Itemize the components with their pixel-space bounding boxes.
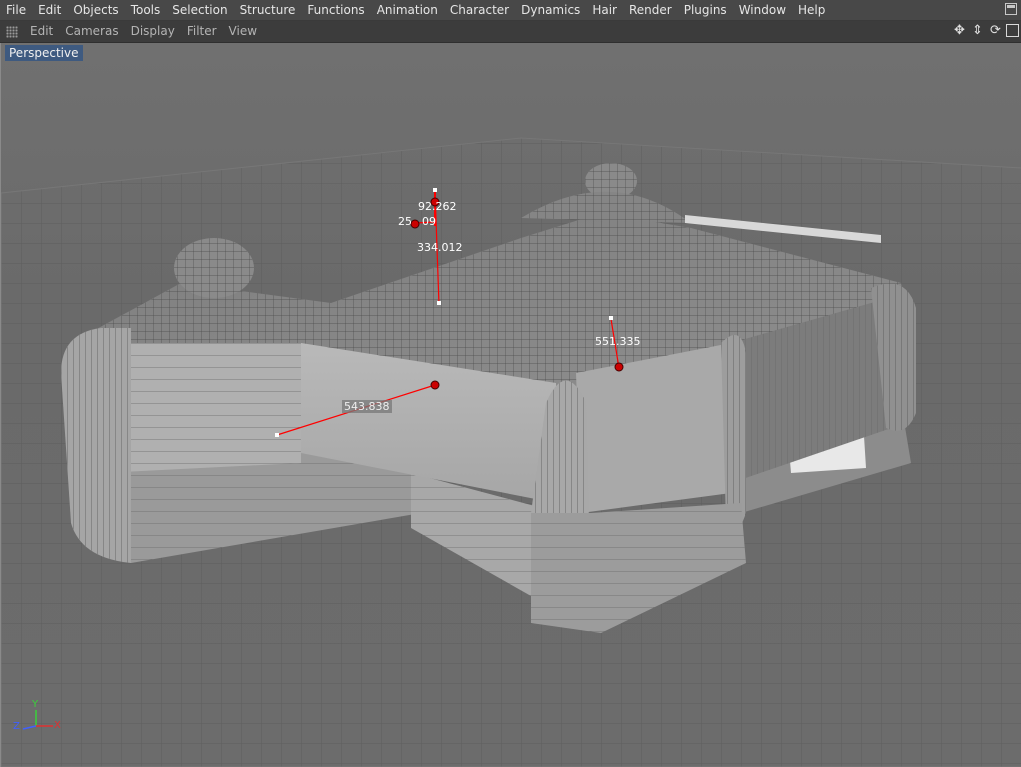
move-view-icon[interactable]: ✥: [952, 23, 967, 39]
menu-plugins[interactable]: Plugins: [678, 0, 733, 20]
measure-endpoint[interactable]: [275, 433, 279, 437]
menu-objects[interactable]: Objects: [67, 0, 124, 20]
viewport-label[interactable]: Perspective: [5, 45, 83, 61]
perspective-viewport[interactable]: Perspective 92.262 25 09 334.012 551.335…: [0, 43, 1021, 767]
viewport-canvas: [1, 43, 1021, 767]
measure-value-25: 25: [398, 215, 412, 228]
measure-value-92: 92.262: [418, 200, 457, 213]
viewport-navigation: ✥ ⇕ ⟳: [952, 23, 1019, 39]
main-menu-bar: File Edit Objects Tools Selection Struct…: [0, 0, 1021, 21]
menu-functions[interactable]: Functions: [301, 0, 370, 20]
measure-endpoint[interactable]: [437, 301, 441, 305]
dolly-view-icon[interactable]: ⇕: [970, 23, 985, 39]
menu-dynamics[interactable]: Dynamics: [515, 0, 586, 20]
menu-tools[interactable]: Tools: [125, 0, 167, 20]
measure-endpoint[interactable]: [609, 316, 613, 320]
restore-window-icon[interactable]: [1005, 3, 1017, 15]
measure-value-543: 543.838: [342, 400, 392, 413]
menu-render[interactable]: Render: [623, 0, 678, 20]
menu-help[interactable]: Help: [792, 0, 831, 20]
panel-grip-icon[interactable]: [6, 25, 18, 38]
menu-hair[interactable]: Hair: [586, 0, 623, 20]
axis-x-label: X: [54, 720, 61, 731]
measure-endpoint[interactable]: [433, 188, 437, 192]
viewport-menu-edit[interactable]: Edit: [24, 21, 59, 42]
viewport-menu-cameras[interactable]: Cameras: [59, 21, 124, 42]
viewport-menu-view[interactable]: View: [223, 21, 263, 42]
menu-file[interactable]: File: [0, 0, 32, 20]
axis-z-label: Z: [13, 721, 20, 732]
measure-handle[interactable]: [614, 362, 624, 372]
menu-structure[interactable]: Structure: [234, 0, 302, 20]
application-window: File Edit Objects Tools Selection Struct…: [0, 0, 1021, 767]
rotate-view-icon[interactable]: ⟳: [988, 23, 1003, 39]
viewport-menu-filter[interactable]: Filter: [181, 21, 223, 42]
axis-y-label: Y: [32, 699, 39, 710]
measure-value-334: 334.012: [417, 241, 463, 254]
measure-handle[interactable]: [430, 380, 440, 390]
maximize-view-icon[interactable]: [1006, 24, 1019, 37]
menu-character[interactable]: Character: [444, 0, 515, 20]
measure-value-25-tail: 09: [422, 215, 436, 228]
menu-animation[interactable]: Animation: [371, 0, 444, 20]
menu-selection[interactable]: Selection: [166, 0, 233, 20]
measure-value-551: 551.335: [595, 335, 641, 348]
menu-window[interactable]: Window: [733, 0, 792, 20]
menu-edit[interactable]: Edit: [32, 0, 67, 20]
viewport-menu-bar: Edit Cameras Display Filter View ✥ ⇕ ⟳: [0, 21, 1021, 43]
viewport-menu-display[interactable]: Display: [125, 21, 181, 42]
